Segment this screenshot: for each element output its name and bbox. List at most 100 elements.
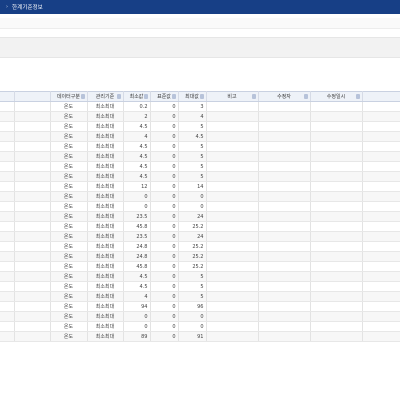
- data-type-cell[interactable]: 온도: [50, 261, 88, 272]
- extra-cell[interactable]: [362, 141, 400, 152]
- std-value-cell[interactable]: 0: [150, 331, 179, 342]
- std-value-cell[interactable]: 0: [150, 131, 179, 142]
- mgmt-basis-cell[interactable]: 최소최대: [87, 101, 124, 112]
- modified-at-cell[interactable]: [310, 321, 363, 332]
- blank-cell[interactable]: [14, 261, 51, 272]
- extra-cell[interactable]: [362, 321, 400, 332]
- mgmt-basis-cell[interactable]: 최소최대: [87, 111, 124, 122]
- table-row[interactable]: 온도 최소최대 23.5 0 24: [0, 211, 400, 222]
- blank-cell[interactable]: [14, 311, 51, 322]
- data-type-cell[interactable]: 온도: [50, 301, 88, 312]
- extra-cell[interactable]: [362, 281, 400, 292]
- note-cell[interactable]: [206, 171, 259, 182]
- table-row[interactable]: 온도 최소최대 45.8 0 25.2: [0, 261, 400, 272]
- row-indicator-cell[interactable]: [0, 251, 15, 262]
- modified-at-cell[interactable]: [310, 171, 363, 182]
- note-cell[interactable]: [206, 221, 259, 232]
- table-row[interactable]: 온도 최소최대 94 0 96: [0, 301, 400, 312]
- min-value-cell[interactable]: 4.5: [123, 121, 151, 132]
- modified-at-cell[interactable]: [310, 101, 363, 112]
- modified-at-cell[interactable]: [310, 291, 363, 302]
- modified-at-cell[interactable]: [310, 221, 363, 232]
- max-value-cell[interactable]: 5: [178, 281, 207, 292]
- note-cell[interactable]: [206, 121, 259, 132]
- modifier-cell[interactable]: [258, 201, 311, 212]
- std-value-cell[interactable]: 0: [150, 271, 179, 282]
- std-value-cell[interactable]: 0: [150, 141, 179, 152]
- row-indicator-cell[interactable]: [0, 131, 15, 142]
- max-value-cell[interactable]: 25.2: [178, 221, 207, 232]
- data-type-cell[interactable]: 온도: [50, 191, 88, 202]
- data-type-cell[interactable]: 온도: [50, 111, 88, 122]
- extra-cell[interactable]: [362, 121, 400, 132]
- mgmt-basis-cell[interactable]: 최소최대: [87, 251, 124, 262]
- modifier-cell[interactable]: [258, 111, 311, 122]
- row-indicator-cell[interactable]: [0, 331, 15, 342]
- note-cell[interactable]: [206, 111, 259, 122]
- note-cell[interactable]: [206, 161, 259, 172]
- table-row[interactable]: 온도 최소최대 0 0 0: [0, 191, 400, 202]
- min-value-cell[interactable]: 12: [123, 181, 151, 192]
- extra-cell[interactable]: [362, 151, 400, 162]
- modified-at-cell[interactable]: [310, 111, 363, 122]
- min-value-cell[interactable]: 0: [123, 321, 151, 332]
- modified-at-cell[interactable]: [310, 241, 363, 252]
- extra-cell[interactable]: [362, 311, 400, 322]
- max-value-cell[interactable]: 0: [178, 191, 207, 202]
- max-value-cell[interactable]: 25.2: [178, 241, 207, 252]
- min-value-cell[interactable]: 0.2: [123, 101, 151, 112]
- std-value-cell[interactable]: 0: [150, 161, 179, 172]
- extra-cell[interactable]: [362, 301, 400, 312]
- std-value-cell[interactable]: 0: [150, 151, 179, 162]
- column-filter-icon[interactable]: [303, 94, 308, 99]
- std-value-cell[interactable]: 0: [150, 171, 179, 182]
- modifier-cell[interactable]: [258, 331, 311, 342]
- table-row[interactable]: 온도 최소최대 4 0 4.5: [0, 131, 400, 142]
- min-value-cell[interactable]: 2: [123, 111, 151, 122]
- modifier-cell[interactable]: [258, 281, 311, 292]
- std-value-cell[interactable]: 0: [150, 201, 179, 212]
- modifier-cell[interactable]: [258, 161, 311, 172]
- table-row[interactable]: 온도 최소최대 0 0 0: [0, 321, 400, 332]
- std-value-cell[interactable]: 0: [150, 211, 179, 222]
- blank-cell[interactable]: [14, 281, 51, 292]
- table-row[interactable]: 온도 최소최대 12 0 14: [0, 181, 400, 192]
- row-indicator-cell[interactable]: [0, 321, 15, 332]
- modifier-cell[interactable]: [258, 301, 311, 312]
- header-max[interactable]: 최대값: [178, 91, 207, 102]
- note-cell[interactable]: [206, 181, 259, 192]
- std-value-cell[interactable]: 0: [150, 181, 179, 192]
- table-row[interactable]: 온도 최소최대 4.5 0 5: [0, 161, 400, 172]
- std-value-cell[interactable]: 0: [150, 101, 179, 112]
- mgmt-basis-cell[interactable]: 최소최대: [87, 141, 124, 152]
- mgmt-basis-cell[interactable]: 최소최대: [87, 331, 124, 342]
- blank-cell[interactable]: [14, 101, 51, 112]
- note-cell[interactable]: [206, 101, 259, 112]
- modified-at-cell[interactable]: [310, 271, 363, 282]
- data-type-cell[interactable]: 온도: [50, 151, 88, 162]
- modified-at-cell[interactable]: [310, 191, 363, 202]
- min-value-cell[interactable]: 24.8: [123, 251, 151, 262]
- modifier-cell[interactable]: [258, 181, 311, 192]
- std-value-cell[interactable]: 0: [150, 111, 179, 122]
- table-row[interactable]: 온도 최소최대 4.5 0 5: [0, 151, 400, 162]
- modified-at-cell[interactable]: [310, 181, 363, 192]
- blank-cell[interactable]: [14, 111, 51, 122]
- row-indicator-cell[interactable]: [0, 231, 15, 242]
- modified-at-cell[interactable]: [310, 211, 363, 222]
- table-row[interactable]: 온도 최소최대 4 0 5: [0, 291, 400, 302]
- modified-at-cell[interactable]: [310, 151, 363, 162]
- column-filter-icon[interactable]: [251, 94, 256, 99]
- min-value-cell[interactable]: 0: [123, 311, 151, 322]
- max-value-cell[interactable]: 96: [178, 301, 207, 312]
- extra-cell[interactable]: [362, 251, 400, 262]
- std-value-cell[interactable]: 0: [150, 301, 179, 312]
- blank-cell[interactable]: [14, 201, 51, 212]
- mgmt-basis-cell[interactable]: 최소최대: [87, 311, 124, 322]
- modified-at-cell[interactable]: [310, 251, 363, 262]
- row-indicator-cell[interactable]: [0, 101, 15, 112]
- table-row[interactable]: 온도 최소최대 4.5 0 5: [0, 271, 400, 282]
- modifier-cell[interactable]: [258, 141, 311, 152]
- modified-at-cell[interactable]: [310, 301, 363, 312]
- modifier-cell[interactable]: [258, 131, 311, 142]
